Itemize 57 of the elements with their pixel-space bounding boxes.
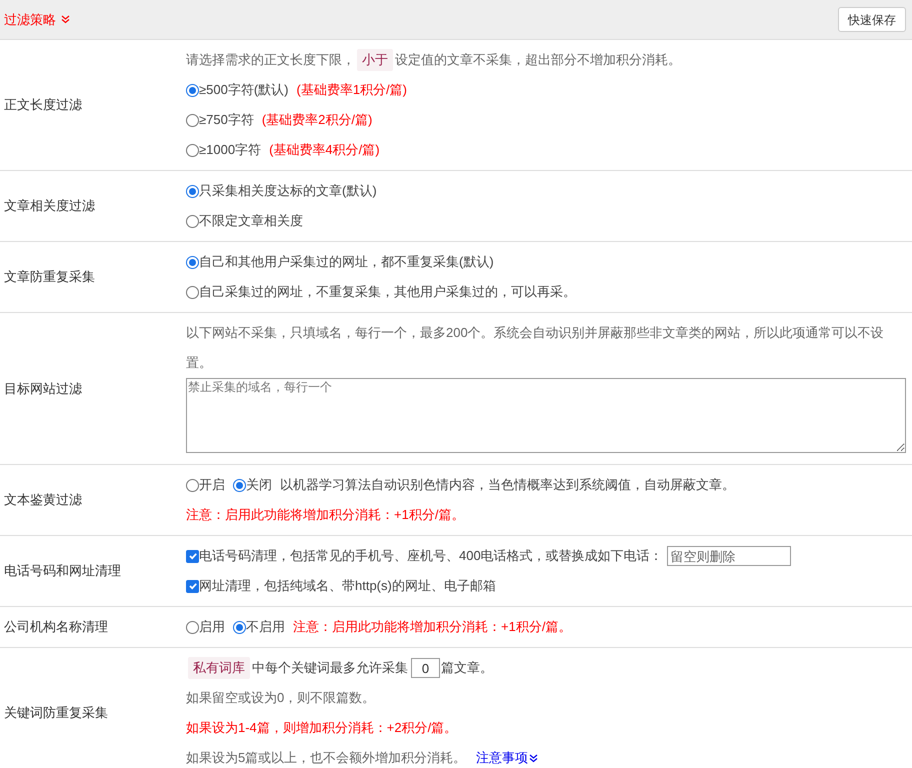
- field-label: 文章相关度过滤: [4, 197, 95, 216]
- checkbox[interactable]: [186, 550, 199, 562]
- double-chevron-icon[interactable]: [61, 15, 70, 24]
- hint-text: 以下网站不采集，只填域名，每行一个，最多200个。系统会自动识别并屏蔽那些非文章类的网站，所以此项通常可以不设置。: [186, 324, 885, 372]
- field-label: 文章防重复采集: [4, 268, 95, 286]
- field-label: 电话号码和网址清理: [4, 562, 121, 580]
- checkbox[interactable]: [186, 580, 199, 592]
- note-text: 注意：启用此功能将增加积分消耗：+1积分/篇。: [186, 506, 464, 524]
- radio-button[interactable]: [186, 256, 199, 268]
- radio-button[interactable]: [186, 184, 199, 198]
- option-label[interactable]: 不限定文章相关度: [199, 206, 303, 236]
- double-chevron-icon: [529, 754, 538, 762]
- option-label[interactable]: 关闭: [246, 470, 272, 500]
- option-label[interactable]: 启用: [199, 612, 225, 642]
- note-text: 如果设为1-4篇，则增加积分消耗：+2积分/篇。: [186, 719, 458, 737]
- note-text: 注意：启用此功能将增加积分消耗：+1积分/篇。: [293, 618, 572, 636]
- option-label[interactable]: 只采集相关度达标的文章(默认): [199, 176, 377, 206]
- note-text: (基础费率4积分/篇): [269, 141, 380, 159]
- radio-button[interactable]: [186, 478, 199, 492]
- radio-button[interactable]: [233, 620, 246, 634]
- phone-input[interactable]: 留空则删除: [666, 546, 791, 566]
- field-label: 正文长度过滤: [4, 96, 82, 114]
- radio-button[interactable]: [233, 478, 246, 492]
- field-label: 文本鉴黄过滤: [4, 491, 82, 510]
- hint-text: 如果设为5篇或以上，也不会额外增加积分消耗。: [186, 749, 466, 767]
- hint-text: 如果留空或设为0，则不限篇数。: [186, 689, 376, 707]
- option-label[interactable]: ≥750字符: [199, 105, 254, 135]
- option-label[interactable]: 开启: [199, 470, 225, 500]
- option-label[interactable]: ≥1000字符: [199, 135, 262, 165]
- save-button[interactable]: 快速保存: [838, 7, 906, 32]
- option-label[interactable]: 自己采集过的网址，不重复采集，其他用户采集过的，可以再采。: [199, 277, 576, 307]
- option-label[interactable]: ≥500字符(默认): [199, 75, 288, 105]
- description-text: 以机器学习算法自动识别色情内容，当色情概率达到系统阈值，自动屏蔽文章。: [280, 476, 735, 494]
- hint-text: 请选择需求的正文长度下限，: [186, 51, 355, 69]
- radio-button[interactable]: [186, 114, 199, 126]
- keyword-tag: 小于: [357, 49, 393, 71]
- radio-button[interactable]: [186, 620, 199, 634]
- radio-button[interactable]: [186, 214, 199, 228]
- note-text: (基础费率1积分/篇): [296, 81, 407, 99]
- field-label: 目标网站过滤: [4, 380, 82, 398]
- hint-text: 设定值的文章不采集，超出部分不增加积分消耗。: [395, 51, 681, 69]
- option-label[interactable]: 不启用: [246, 612, 285, 642]
- option-label[interactable]: 网址清理，包括纯域名、带http(s)的网址、电子邮箱: [199, 571, 496, 601]
- keyword-tag: 私有词库: [188, 657, 250, 679]
- field-label: 关键词防重复采集: [4, 704, 108, 722]
- count-input[interactable]: 0: [411, 658, 440, 678]
- note-text: (基础费率2积分/篇): [262, 111, 372, 129]
- domain-textarea[interactable]: 禁止采集的域名，每行一个: [186, 378, 906, 453]
- description-text: 篇文章。: [441, 659, 493, 677]
- description-text: 中每个关键词最多允许采集: [252, 659, 408, 677]
- option-label[interactable]: 电话号码清理，包括常见的手机号、座机号、400电话格式，或替换成如下电话：: [199, 541, 663, 571]
- radio-button[interactable]: [186, 144, 199, 156]
- notes-link[interactable]: 注意事项: [476, 743, 538, 768]
- field-label: 公司机构名称清理: [4, 618, 108, 636]
- radio-button[interactable]: [186, 84, 199, 96]
- radio-button[interactable]: [186, 286, 199, 298]
- option-label[interactable]: 自己和其他用户采集过的网址，都不重复采集(默认): [199, 247, 494, 277]
